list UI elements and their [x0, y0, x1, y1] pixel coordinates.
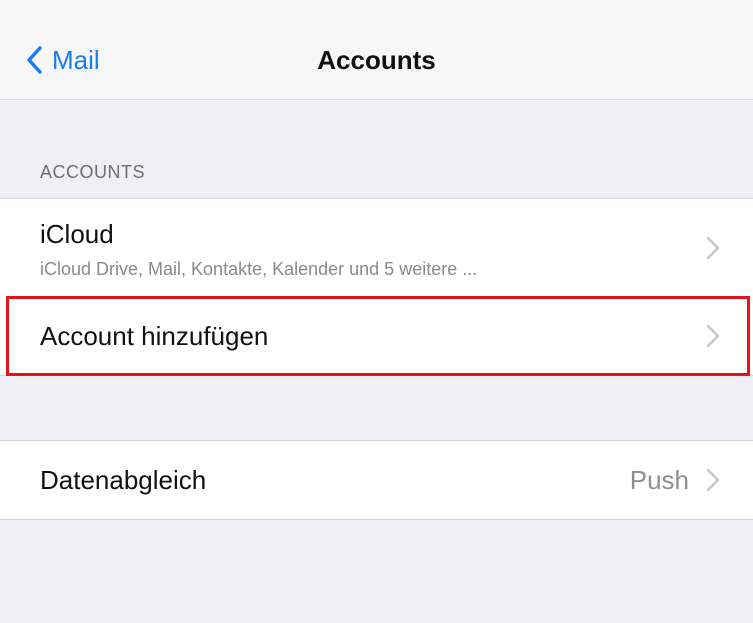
row-title: Account hinzufügen: [40, 321, 269, 351]
chevron-right-icon: [706, 236, 720, 260]
chevron-right-icon: [706, 324, 720, 348]
page-title: Accounts: [317, 45, 436, 75]
add-account-row[interactable]: Account hinzufügen: [0, 297, 753, 375]
back-button[interactable]: Mail: [26, 40, 100, 80]
row-title: Datenabgleich: [40, 465, 207, 495]
sync-group: Datenabgleich Push: [0, 440, 753, 520]
row-title: iCloud: [40, 219, 114, 249]
row-value: Push: [629, 465, 689, 495]
account-row-icloud[interactable]: iCloud iCloud Drive, Mail, Kontakte, Kal…: [0, 199, 753, 297]
row-subtitle: iCloud Drive, Mail, Kontakte, Kalender u…: [40, 259, 478, 279]
section-header-accounts: ACCOUNTS: [40, 162, 146, 182]
fetch-new-data-row[interactable]: Datenabgleich Push: [0, 441, 753, 519]
chevron-left-icon: [26, 46, 42, 74]
navigation-bar: Mail Accounts: [0, 0, 753, 100]
accounts-group: iCloud iCloud Drive, Mail, Kontakte, Kal…: [0, 198, 753, 376]
chevron-right-icon: [706, 468, 720, 492]
back-label: Mail: [52, 45, 100, 75]
